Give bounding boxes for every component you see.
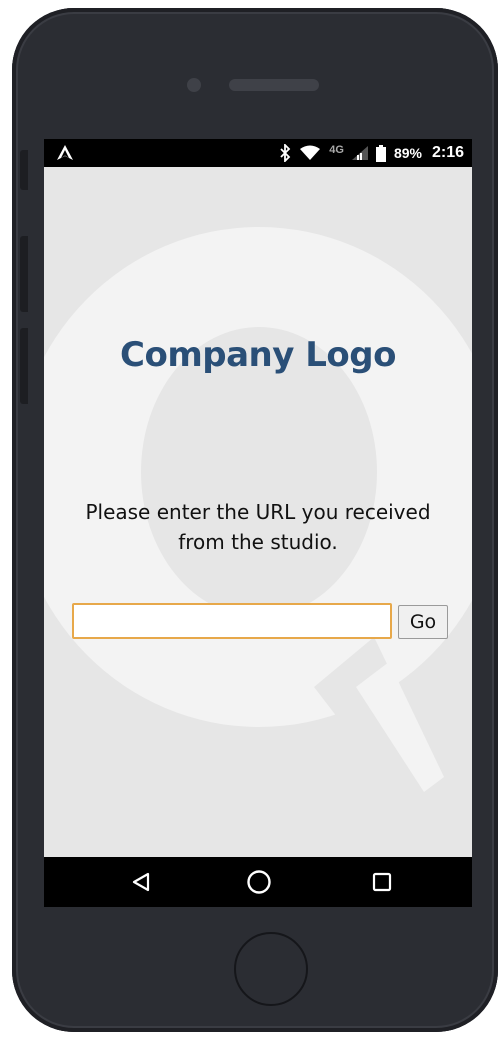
status-time: 2:16: [431, 144, 464, 161]
recent-apps-square-icon[interactable]: [369, 869, 395, 895]
wifi-icon: [299, 145, 321, 161]
go-button[interactable]: Go: [398, 605, 448, 639]
bluetooth-icon: [279, 144, 291, 162]
side-button: [20, 150, 28, 190]
prompt-line-1: Please enter the URL you received: [85, 500, 431, 524]
home-circle-icon[interactable]: [246, 869, 272, 895]
navigation-bar: [44, 857, 472, 907]
lte-icon: 4G: [329, 143, 344, 156]
url-input[interactable]: [72, 603, 392, 639]
url-prompt: Please enter the URL you received from t…: [44, 497, 472, 557]
volume-up-button: [20, 236, 28, 312]
earpiece-speaker: [229, 79, 319, 91]
company-logo: Company Logo: [120, 335, 396, 375]
prompt-line-2: from the studio.: [178, 530, 338, 554]
app-notification-icon: [56, 144, 74, 162]
back-triangle-icon[interactable]: [128, 869, 154, 895]
volume-down-button: [20, 328, 28, 404]
battery-icon: [375, 144, 386, 162]
status-icons: 4G 89% 2:16: [279, 139, 464, 167]
front-camera: [187, 78, 201, 92]
cell-signal-icon: [351, 146, 368, 160]
app-content: Company Logo Please enter the URL you re…: [44, 167, 472, 857]
phone-screen: 4G 89% 2:16 Company Logo Please enter th…: [44, 139, 472, 907]
battery-percent: 89%: [393, 145, 422, 161]
hardware-home-button[interactable]: [234, 932, 308, 1006]
status-bar: 4G 89% 2:16: [44, 139, 472, 167]
